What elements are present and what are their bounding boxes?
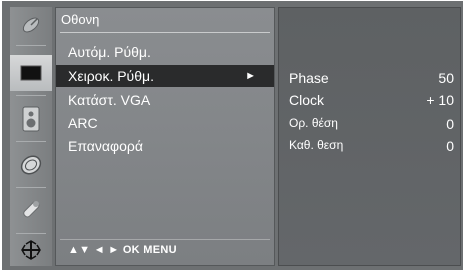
menu-item-manual-config[interactable]: Χειροκ. Ρύθμ. ►	[56, 65, 274, 87]
submenu-value: 0	[446, 116, 454, 132]
main-menu-panel: Οθονη Αυτόμ. Ρύθμ. Χειροκ. Ρύθμ. ► Κατάσ…	[55, 7, 275, 266]
submenu-row-h-position[interactable]: Ορ. θέση 0	[289, 116, 454, 136]
osd-menu: Οθονη Αυτόμ. Ρύθμ. Χειροκ. Ρύθμ. ► Κατάσ…	[2, 1, 463, 270]
menu-item-arc[interactable]: ARC	[56, 112, 274, 134]
submenu-row-phase[interactable]: Phase 50	[289, 70, 454, 90]
satellite-icon[interactable]	[10, 7, 52, 43]
menu-title: Οθονη	[61, 12, 100, 27]
menu-item-reset[interactable]: Επαναφορά	[56, 135, 274, 157]
submenu-panel: Phase 50 Clock + 10 Ορ. θέση 0 Καθ. θεση…	[278, 7, 461, 266]
menu-item-label: ARC	[68, 115, 98, 131]
clock-icon[interactable]	[10, 147, 52, 183]
key-icon[interactable]	[10, 191, 52, 227]
submenu-row-clock[interactable]: Clock + 10	[289, 92, 454, 112]
submenu-value: 0	[446, 138, 454, 154]
submenu-label: Ορ. θέση	[289, 116, 338, 130]
menu-item-label: Αυτόμ. Ρύθμ.	[68, 44, 151, 60]
title-divider	[60, 32, 270, 33]
arrow-right-icon: ►	[245, 70, 256, 82]
menu-item-vga-mode[interactable]: Κατάστ. VGA	[56, 89, 274, 111]
icon-divider	[16, 233, 46, 234]
menu-item-label: Κατάστ. VGA	[68, 92, 151, 108]
submenu-label: Phase	[289, 70, 329, 86]
input-icon[interactable]	[10, 235, 52, 265]
speaker-icon[interactable]	[10, 101, 52, 137]
submenu-label: Καθ. θεση	[289, 138, 344, 152]
menu-icon-bar	[10, 7, 52, 266]
submenu-row-v-position[interactable]: Καθ. θεση 0	[289, 138, 454, 158]
submenu-label: Clock	[289, 92, 325, 108]
submenu-value: + 10	[426, 92, 454, 108]
icon-divider	[16, 45, 46, 46]
screen-icon[interactable]	[10, 55, 52, 91]
navigation-hint: ▲▼ ◄ ► OK MENU	[68, 244, 177, 256]
menu-item-label: Χειροκ. Ρύθμ.	[68, 68, 154, 84]
menu-item-auto-config[interactable]: Αυτόμ. Ρύθμ.	[56, 41, 274, 63]
icon-divider	[16, 95, 46, 96]
icon-divider	[16, 141, 46, 142]
hint-divider	[60, 239, 270, 240]
icon-divider	[16, 187, 46, 188]
menu-item-label: Επαναφορά	[68, 138, 143, 154]
submenu-value: 50	[438, 70, 454, 86]
